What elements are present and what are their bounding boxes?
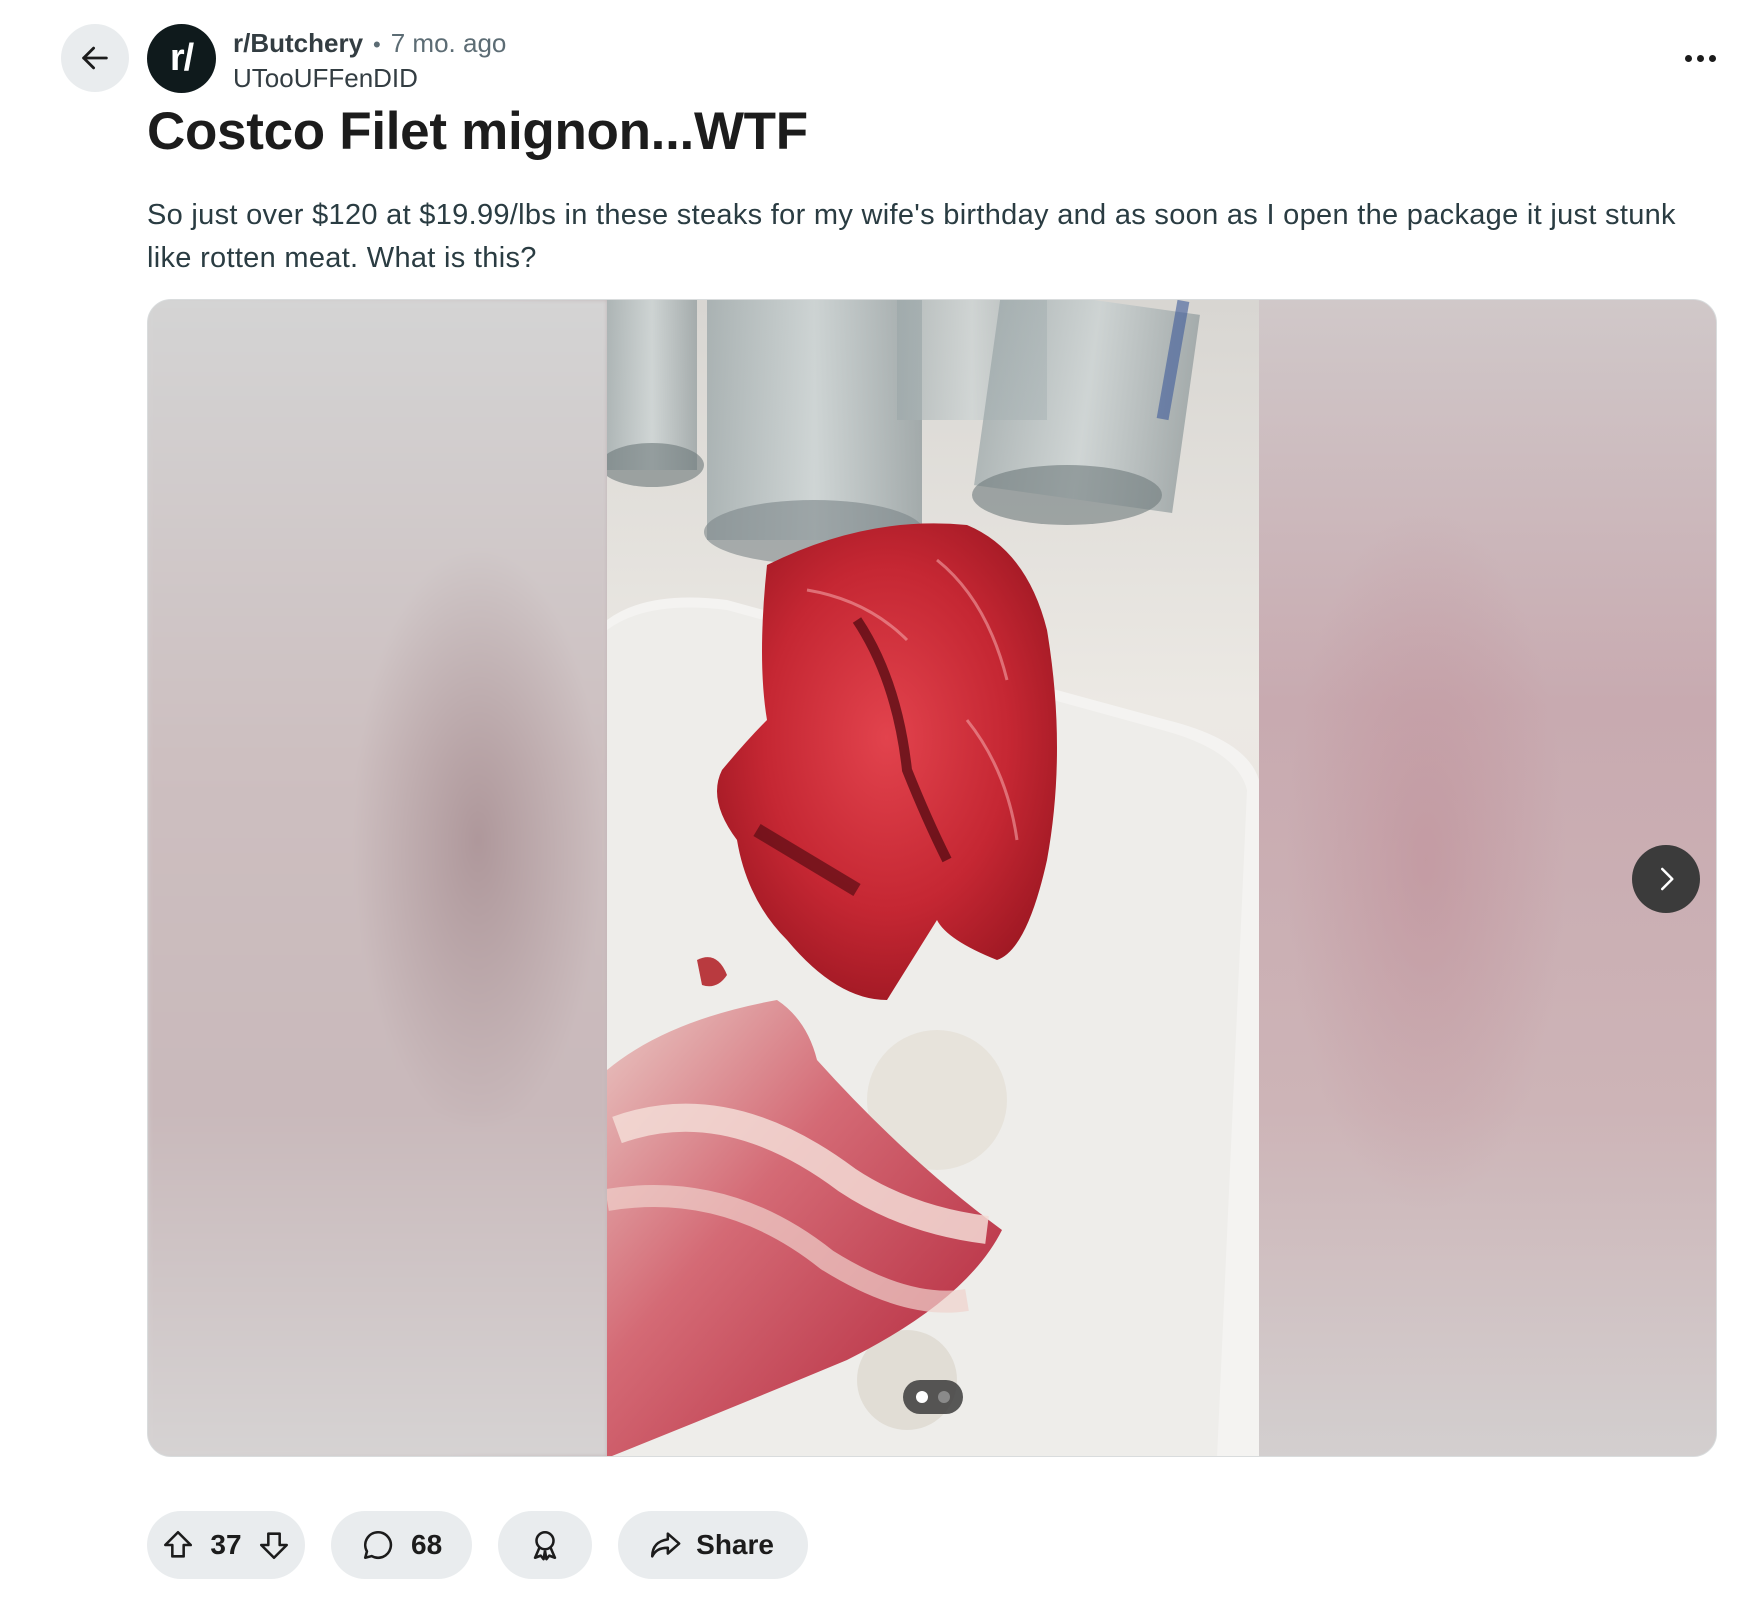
- upvote-button[interactable]: [161, 1528, 195, 1562]
- share-arrow-icon: [651, 1532, 681, 1558]
- meta-separator: •: [373, 32, 381, 57]
- ellipsis-icon: [1684, 54, 1692, 62]
- author-link[interactable]: UTooUFFenDID: [233, 61, 506, 95]
- share-label: Share: [696, 1529, 774, 1560]
- subreddit-avatar-text: r/: [169, 37, 194, 79]
- comments-button[interactable]: 68: [331, 1511, 473, 1579]
- post-image[interactable]: [607, 300, 1259, 1456]
- award-icon: [533, 1530, 557, 1561]
- chevron-right-icon: [1661, 867, 1674, 891]
- post-title: Costco Filet mignon...WTF: [147, 102, 808, 161]
- carousel-dot[interactable]: [938, 1391, 950, 1403]
- post-action-bar: 37 68 Share: [147, 1511, 808, 1579]
- arrow-down-icon: [259, 1532, 289, 1560]
- carousel-dot-active[interactable]: [916, 1391, 928, 1403]
- carousel-next-button[interactable]: [1632, 845, 1700, 913]
- more-options-button[interactable]: [1676, 40, 1724, 76]
- post-meta: r/Butchery • 7 mo. ago UTooUFFenDID: [233, 26, 506, 95]
- arrow-up-icon: [163, 1530, 193, 1558]
- subreddit-link[interactable]: r/Butchery: [233, 26, 363, 60]
- vote-control: 37: [147, 1511, 305, 1579]
- downvote-button[interactable]: [257, 1528, 291, 1562]
- media-gallery[interactable]: [147, 299, 1717, 1457]
- steak-photo: [607, 300, 1259, 1456]
- speech-bubble-icon: [363, 1530, 393, 1560]
- post-timestamp: 7 mo. ago: [390, 28, 507, 58]
- vote-count: 37: [210, 1529, 242, 1560]
- award-button[interactable]: [498, 1511, 593, 1579]
- arrow-left-icon: [82, 46, 108, 70]
- comment-count: 68: [411, 1529, 443, 1560]
- media-blur-background-left: [148, 300, 607, 1456]
- subreddit-avatar[interactable]: r/: [147, 24, 216, 93]
- carousel-indicator: [903, 1380, 963, 1414]
- post-page: r/ r/Butchery • 7 mo. ago UTooUFFenDID C…: [0, 0, 1758, 1598]
- post-body: So just over $120 at $19.99/lbs in these…: [147, 199, 1676, 274]
- back-button[interactable]: [61, 24, 129, 92]
- share-button[interactable]: Share: [618, 1511, 808, 1579]
